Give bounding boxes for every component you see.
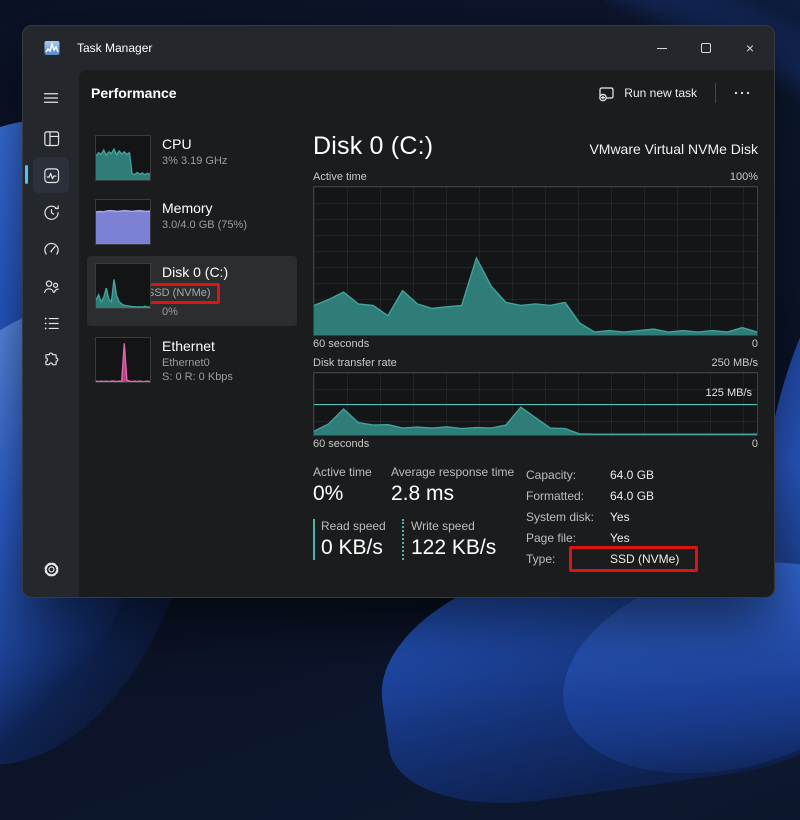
sidebar-item-cpu[interactable]: CPU 3% 3.19 GHz xyxy=(87,128,297,188)
nav-item-details[interactable] xyxy=(33,305,69,341)
active-time-x-left: 60 seconds xyxy=(313,338,369,350)
ethernet-adapter-text: Ethernet0 xyxy=(162,356,233,370)
nav-item-performance[interactable] xyxy=(33,157,69,193)
transfer-rate-x-left: 60 seconds xyxy=(313,438,369,450)
history-clock-icon xyxy=(42,203,61,222)
disk-type-highlight-annotation: SSD (NVMe) xyxy=(141,283,220,304)
close-icon: × xyxy=(746,41,754,55)
page-title: Performance xyxy=(91,85,177,101)
active-time-x-right: 0 xyxy=(752,338,758,350)
new-task-icon xyxy=(598,85,615,102)
users-icon xyxy=(42,277,61,296)
disk-label: Disk 0 (C:) xyxy=(162,264,228,282)
sidebar-item-memory[interactable]: Memory 3.0/4.0 GB (75%) xyxy=(87,192,297,252)
services-puzzle-icon xyxy=(42,351,61,370)
header-divider xyxy=(715,83,716,103)
active-time-stat-label: Active time xyxy=(313,465,391,479)
disk-mini-chart xyxy=(95,263,151,309)
processes-icon xyxy=(42,129,61,148)
page-header: Performance Run new task xyxy=(79,70,774,116)
formatted-row: Formatted: 64.0 GB xyxy=(526,489,758,503)
maximize-icon xyxy=(701,43,711,53)
disk-detail-pane: Disk 0 (C:) VMware Virtual NVMe Disk Act… xyxy=(313,128,758,597)
avg-response-stat-label: Average response time xyxy=(391,465,514,479)
maximize-button[interactable] xyxy=(684,32,728,64)
close-button[interactable]: × xyxy=(728,32,772,64)
nav-item-users[interactable] xyxy=(33,268,69,304)
active-time-chart-label: Active time xyxy=(313,171,367,183)
sidebar-item-disk0[interactable]: Disk 0 (C:) SSD (NVMe) 0% xyxy=(87,256,297,326)
memory-usage-text: 3.0/4.0 GB (75%) xyxy=(162,218,247,232)
nav-item-app-history[interactable] xyxy=(33,194,69,230)
memory-label: Memory xyxy=(162,200,247,218)
more-options-button[interactable] xyxy=(724,83,760,103)
active-time-chart-max: 100% xyxy=(730,171,758,183)
disk-usage-text: 0% xyxy=(162,305,228,319)
gauge-icon xyxy=(42,240,61,259)
read-speed-label: Read speed xyxy=(321,519,402,533)
write-speed-label: Write speed xyxy=(411,519,496,533)
ellipsis-icon xyxy=(734,91,750,95)
type-row: Type: SSD (NVMe) xyxy=(526,552,758,566)
minimize-icon xyxy=(657,48,667,49)
ethernet-label: Ethernet xyxy=(162,338,233,356)
sidebar-item-ethernet[interactable]: Ethernet Ethernet0 S: 0 R: 0 Kbps xyxy=(87,330,297,391)
menu-toggle-button[interactable] xyxy=(35,82,67,114)
minimize-button[interactable] xyxy=(640,32,684,64)
cpu-usage-text: 3% 3.19 GHz xyxy=(162,154,227,168)
avg-response-stat-value: 2.8 ms xyxy=(391,482,514,506)
content-panel: Performance Run new task xyxy=(79,70,774,597)
transfer-rate-chart: 125 MB/s xyxy=(313,372,758,436)
window-title: Task Manager xyxy=(77,41,152,55)
ethernet-mini-chart xyxy=(95,337,151,383)
run-new-task-button[interactable]: Run new task xyxy=(588,79,707,108)
write-speed-value: 122 KB/s xyxy=(411,536,496,560)
system-disk-row: System disk: Yes xyxy=(526,510,758,524)
settings-button[interactable] xyxy=(35,553,67,585)
cpu-mini-chart xyxy=(95,135,151,181)
performance-sidebar: CPU 3% 3.19 GHz Memory 3.0/4.0 GB (75%) xyxy=(87,128,297,597)
capacity-row: Capacity: 64.0 GB xyxy=(526,468,758,482)
type-value-highlight-annotation: SSD (NVMe) xyxy=(569,546,698,572)
nav-item-processes[interactable] xyxy=(33,120,69,156)
gear-icon xyxy=(42,560,61,579)
memory-mini-chart xyxy=(95,199,151,245)
hamburger-icon xyxy=(42,89,60,107)
transfer-rate-x-right: 0 xyxy=(752,438,758,450)
read-speed-value: 0 KB/s xyxy=(321,536,402,560)
disk-stats: Active time 0% Average response time 2.8… xyxy=(313,465,525,573)
navigation-rail xyxy=(23,70,79,597)
disk-device-name: VMware Virtual NVMe Disk xyxy=(589,141,758,157)
transfer-rate-chart-max: 250 MB/s xyxy=(712,357,758,369)
titlebar[interactable]: Task Manager × xyxy=(23,26,774,70)
cpu-label: CPU xyxy=(162,136,227,154)
performance-icon xyxy=(42,166,61,185)
active-time-chart xyxy=(313,186,758,336)
nav-item-startup-apps[interactable] xyxy=(33,231,69,267)
transfer-rate-chart-label: Disk transfer rate xyxy=(313,357,397,369)
page-file-row: Page file: Yes xyxy=(526,531,758,545)
disk-properties: Capacity: 64.0 GB Formatted: 64.0 GB Sys… xyxy=(525,465,758,573)
nav-item-services[interactable] xyxy=(33,342,69,378)
task-manager-window: Task Manager × xyxy=(22,25,775,598)
task-manager-app-icon xyxy=(44,40,60,56)
active-time-stat-value: 0% xyxy=(313,482,391,506)
details-list-icon xyxy=(42,314,61,333)
ethernet-speed-text: S: 0 R: 0 Kbps xyxy=(162,370,233,384)
disk-pane-title: Disk 0 (C:) xyxy=(313,132,433,161)
run-new-task-label: Run new task xyxy=(624,86,697,100)
transfer-rate-mid-gridline xyxy=(314,404,757,405)
